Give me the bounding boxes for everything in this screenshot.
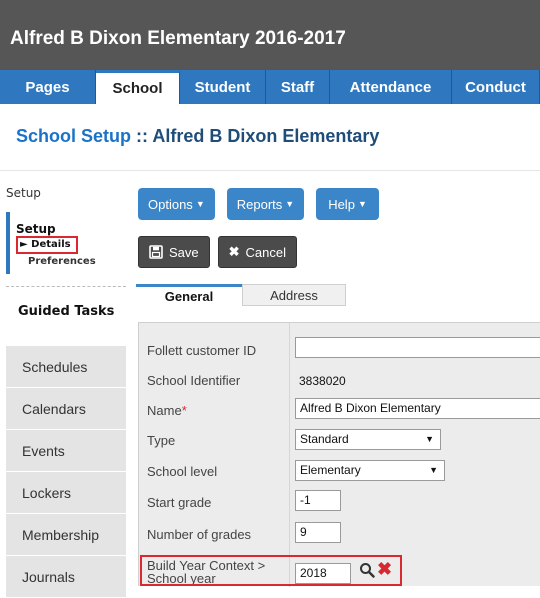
start-grade-label: Start grade — [147, 495, 212, 510]
type-select-value: Standard — [300, 432, 349, 446]
tab-conduct[interactable]: Conduct — [452, 70, 540, 104]
school-setup-link[interactable]: School Setup — [16, 126, 131, 146]
school-level-label: School level — [147, 464, 218, 479]
tab-student[interactable]: Student — [180, 70, 266, 104]
save-button[interactable]: Save — [138, 236, 210, 268]
tab-pages[interactable]: Pages — [0, 70, 96, 104]
help-label: Help — [328, 196, 355, 212]
caret-down-icon: ▼ — [195, 199, 205, 209]
cancel-label: Cancel — [245, 244, 287, 260]
form-column-divider — [289, 323, 290, 587]
nav-item-lockers[interactable]: Lockers — [6, 472, 126, 514]
nav-details-link[interactable]: ► Details — [16, 236, 78, 254]
nav-items: Schedules Calendars Events Lockers Membe… — [6, 346, 126, 598]
nav-item-journals[interactable]: Journals — [6, 556, 126, 598]
type-select[interactable]: Standard ▼ — [295, 429, 441, 450]
tab-staff[interactable]: Staff — [266, 70, 330, 104]
school-level-select-value: Elementary — [300, 463, 361, 477]
tab-school[interactable]: School — [96, 70, 180, 104]
app-header: Alfred B Dixon Elementary 2016-2017 — [0, 0, 540, 70]
triangle-right-icon: ► — [20, 239, 32, 250]
name-field[interactable]: Alfred B Dixon Elementary — [295, 398, 540, 419]
nav-item-schedules[interactable]: Schedules — [6, 346, 126, 388]
num-grades-field[interactable]: 9 — [295, 522, 341, 543]
nav-separator — [6, 286, 126, 287]
main-tabs: Pages School Student Staff Attendance Co… — [0, 70, 540, 104]
reports-button[interactable]: Reports ▼ — [226, 188, 305, 220]
nav-preferences-link[interactable]: Preferences — [28, 256, 96, 267]
name-label: Name* — [147, 403, 187, 418]
page-title: School Setup :: Alfred B Dixon Elementar… — [16, 126, 379, 147]
start-grade-field[interactable]: -1 — [295, 490, 341, 511]
x-icon: ✖ — [228, 244, 240, 259]
required-marker: * — [181, 403, 187, 418]
num-grades-label: Number of grades — [147, 527, 252, 542]
page-title-rest: :: Alfred B Dixon Elementary — [131, 126, 380, 146]
nav-guided-tasks[interactable]: Guided Tasks — [6, 294, 132, 348]
tab-general[interactable]: General — [136, 284, 242, 306]
left-nav: Setup Setup ► Details Preferences Guided… — [0, 176, 132, 598]
divider — [0, 170, 540, 171]
nav-item-calendars[interactable]: Calendars — [6, 388, 126, 430]
floppy-disk-icon — [149, 245, 163, 259]
nav-setup-title[interactable]: Setup — [16, 222, 56, 236]
nav-item-events[interactable]: Events — [6, 430, 126, 472]
highlight-box — [140, 555, 402, 586]
cancel-button[interactable]: ✖ Cancel — [217, 236, 298, 268]
save-label: Save — [169, 244, 199, 260]
type-label: Type — [147, 433, 176, 448]
nav-details-label: Details — [31, 239, 71, 250]
name-label-text: Name — [147, 403, 182, 418]
caret-down-icon: ▼ — [357, 199, 367, 209]
school-identifier-value: 3838020 — [299, 374, 346, 388]
caret-down-icon: ▼ — [285, 199, 295, 209]
school-details-form: Follett customer ID School Identifier 38… — [138, 322, 540, 587]
menu-button-row: Options ▼ Reports ▼ Help ▼ — [138, 188, 379, 220]
nav-item-membership[interactable]: Membership — [6, 514, 126, 556]
nav-section-label: Setup — [6, 186, 41, 200]
follett-id-label: Follett customer ID — [147, 343, 257, 358]
tab-address[interactable]: Address — [242, 284, 346, 306]
nav-setup-block: Setup ► Details Preferences — [6, 212, 132, 274]
tab-attendance[interactable]: Attendance — [330, 70, 452, 104]
options-button[interactable]: Options ▼ — [138, 188, 215, 220]
reports-label: Reports — [236, 196, 283, 212]
options-label: Options — [148, 196, 193, 212]
chevron-down-icon: ▼ — [425, 434, 434, 444]
form-tabs: General Address — [136, 284, 540, 306]
help-button[interactable]: Help ▼ — [316, 188, 379, 220]
school-level-select[interactable]: Elementary ▼ — [295, 460, 445, 481]
action-button-row: Save ✖ Cancel — [138, 236, 298, 268]
chevron-down-icon: ▼ — [429, 465, 438, 475]
school-title: Alfred B Dixon Elementary 2016-2017 — [10, 28, 346, 49]
school-identifier-label: School Identifier — [147, 373, 241, 388]
follett-id-field[interactable] — [295, 337, 540, 358]
